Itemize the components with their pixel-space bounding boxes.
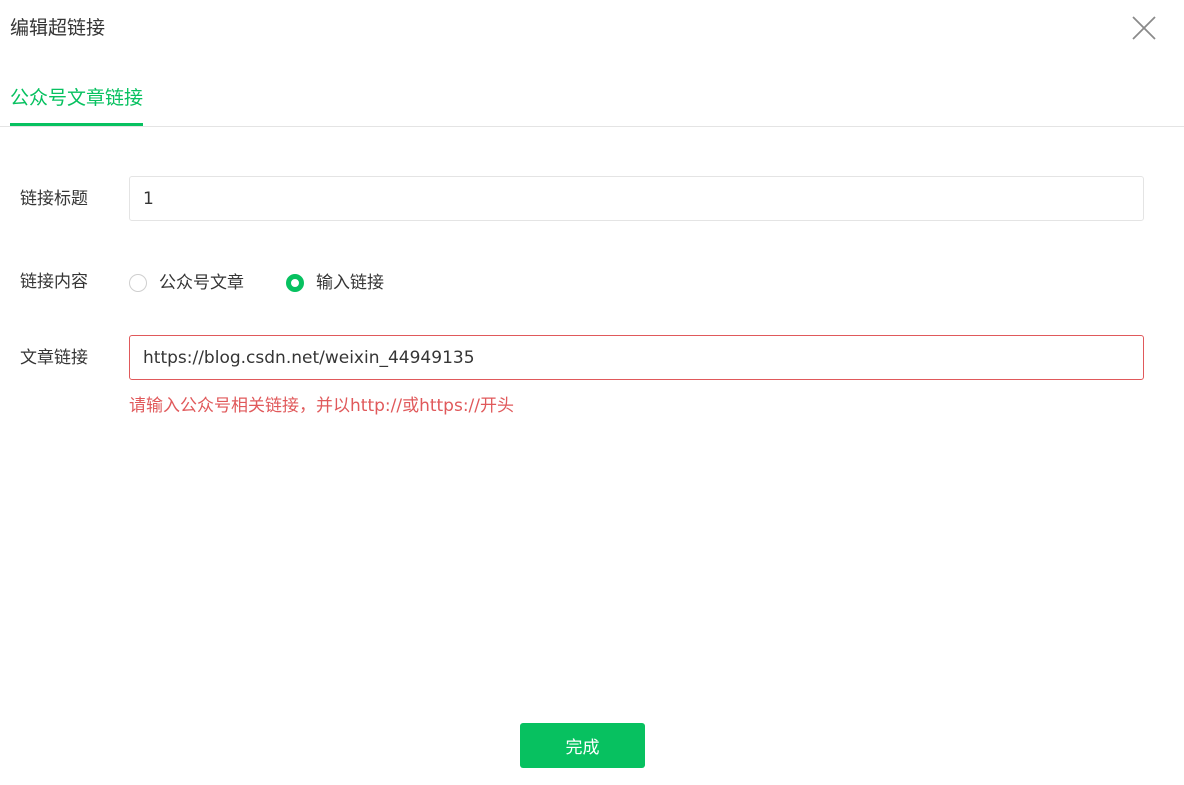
- radio-option-input-link[interactable]: 输入链接: [286, 271, 384, 295]
- done-button[interactable]: 完成: [520, 723, 645, 768]
- radio-option-article-label: 公众号文章: [159, 273, 244, 293]
- tab-article-link[interactable]: 公众号文章链接: [10, 84, 144, 126]
- article-link-error-message: 请输入公众号相关链接，并以http://或https://开头: [129, 396, 515, 416]
- link-content-radio-group: 公众号文章 输入链接: [129, 270, 426, 296]
- article-link-label: 文章链接: [20, 348, 88, 368]
- radio-option-article[interactable]: 公众号文章: [129, 271, 244, 295]
- dialog-title: 编辑超链接: [10, 17, 106, 39]
- tab-bar: 公众号文章链接: [0, 70, 1184, 127]
- close-button[interactable]: [1128, 12, 1160, 44]
- link-content-label: 链接内容: [20, 272, 88, 292]
- link-title-label: 链接标题: [20, 189, 88, 209]
- radio-checked-icon[interactable]: [286, 274, 304, 292]
- article-link-input[interactable]: [129, 335, 1144, 380]
- close-icon[interactable]: [1128, 12, 1160, 44]
- link-title-input[interactable]: [129, 176, 1144, 221]
- radio-unchecked-icon[interactable]: [129, 274, 147, 292]
- radio-option-input-link-label: 输入链接: [316, 273, 384, 293]
